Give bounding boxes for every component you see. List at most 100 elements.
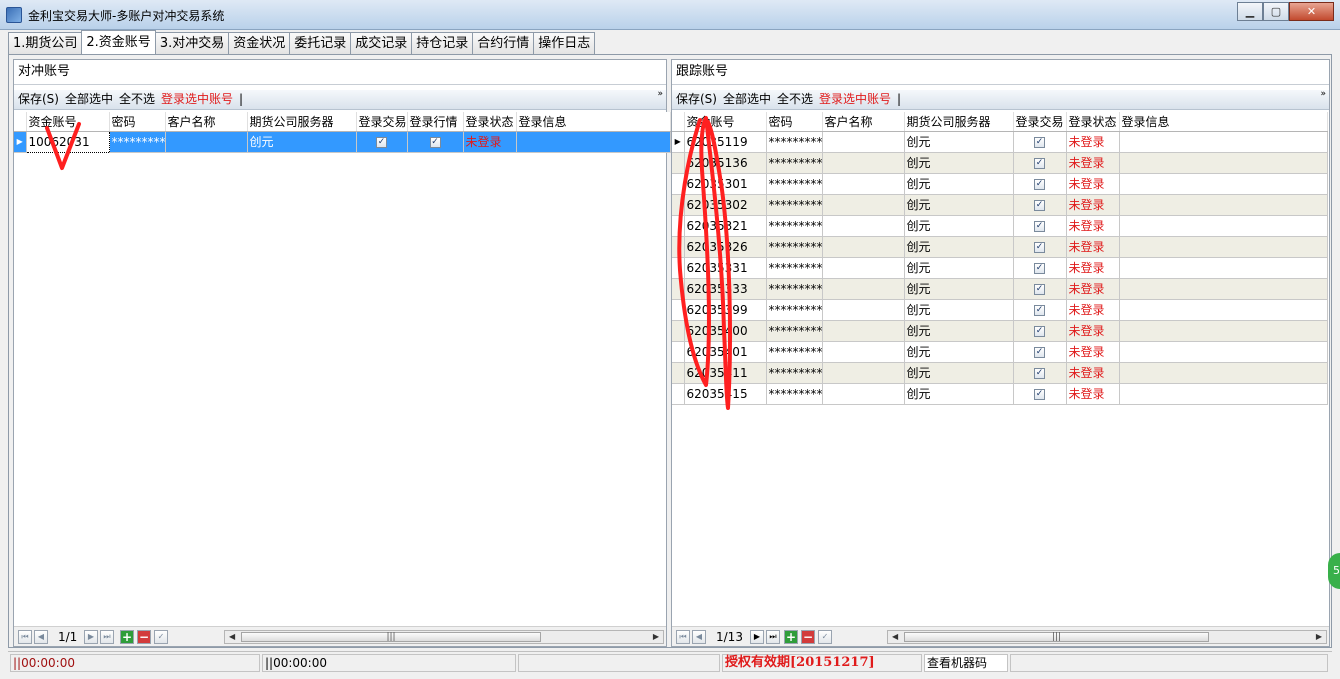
- account-cell[interactable]: 62035333: [684, 278, 767, 300]
- table-row[interactable]: 62035301********** 创元 ✓ 未登录: [672, 173, 1328, 195]
- col-customer[interactable]: 客户名称: [165, 112, 248, 132]
- checkbox[interactable]: ✓: [1034, 199, 1045, 211]
- checkbox[interactable]: ✓: [1034, 157, 1045, 169]
- customer-cell[interactable]: [822, 152, 905, 174]
- customer-cell[interactable]: [822, 257, 905, 279]
- account-cell[interactable]: 62035119: [684, 131, 767, 153]
- customer-cell[interactable]: [822, 320, 905, 342]
- first-page-icon[interactable]: ⏮: [676, 630, 690, 644]
- last-page-icon[interactable]: ⏭: [766, 630, 780, 644]
- account-cell[interactable]: 62035301: [684, 173, 767, 195]
- scroll-thumb[interactable]: |||: [241, 632, 541, 642]
- server-cell[interactable]: 创元: [904, 236, 1014, 258]
- server-cell[interactable]: 创元: [904, 152, 1014, 174]
- account-cell[interactable]: 62035136: [684, 152, 767, 174]
- server-cell[interactable]: 创元: [904, 383, 1014, 405]
- login-trade-cell[interactable]: ✓: [1013, 341, 1067, 363]
- next-page-icon[interactable]: ▶: [84, 630, 98, 644]
- customer-cell[interactable]: [165, 131, 248, 153]
- table-row[interactable]: 62035415********** 创元 ✓ 未登录: [672, 383, 1328, 405]
- password-cell[interactable]: **********: [109, 131, 166, 153]
- account-cell[interactable]: 62035302: [684, 194, 767, 216]
- login-quote-cell[interactable]: ✓: [407, 131, 464, 153]
- login-trade-cell[interactable]: ✓: [1013, 362, 1067, 384]
- checkbox[interactable]: ✓: [1034, 346, 1045, 358]
- login-trade-cell[interactable]: ✓: [1013, 152, 1067, 174]
- table-row[interactable]: 62035326********** 创元 ✓ 未登录: [672, 236, 1328, 258]
- customer-cell[interactable]: [822, 299, 905, 321]
- login-trade-cell[interactable]: ✓: [1013, 299, 1067, 321]
- view-machine-code-button[interactable]: 查看机器码: [924, 654, 1008, 672]
- scroll-left-icon[interactable]: ◀: [229, 632, 235, 641]
- col-login-info[interactable]: 登录信息: [1119, 112, 1328, 132]
- prev-page-icon[interactable]: ◀: [34, 630, 48, 644]
- table-row[interactable]: 62035333********** 创元 ✓ 未登录: [672, 278, 1328, 300]
- password-cell[interactable]: **********: [766, 299, 823, 321]
- server-cell[interactable]: 创元: [904, 194, 1014, 216]
- select-none-button[interactable]: 全不选: [777, 92, 813, 106]
- table-row[interactable]: 62035411********** 创元 ✓ 未登录: [672, 362, 1328, 384]
- checkbox[interactable]: ✓: [1034, 262, 1045, 274]
- table-row[interactable]: 62035331********** 创元 ✓ 未登录: [672, 257, 1328, 279]
- scroll-right-icon[interactable]: ▶: [653, 632, 659, 641]
- login-selected-button[interactable]: 登录选中账号: [819, 92, 891, 106]
- account-cell[interactable]: 10062031: [25, 130, 110, 153]
- tab-8[interactable]: 合约行情: [472, 32, 535, 54]
- password-cell[interactable]: **********: [766, 215, 823, 237]
- checkbox[interactable]: ✓: [376, 136, 387, 148]
- col-login-status[interactable]: 登录状态: [463, 112, 517, 132]
- password-cell[interactable]: **********: [766, 257, 823, 279]
- toolbar-overflow-icon[interactable]: »: [1320, 90, 1326, 99]
- col-password[interactable]: 密码: [766, 112, 823, 132]
- account-cell[interactable]: 62035321: [684, 215, 767, 237]
- col-password[interactable]: 密码: [109, 112, 166, 132]
- col-login-trade[interactable]: 登录交易: [356, 112, 408, 132]
- table-row[interactable]: ▶10062031********** 创元 ✓ ✓ 未登录: [14, 130, 671, 153]
- scroll-left-icon[interactable]: ◀: [892, 632, 898, 641]
- account-cell[interactable]: 62035401: [684, 341, 767, 363]
- password-cell[interactable]: **********: [766, 194, 823, 216]
- account-cell[interactable]: 62035400: [684, 320, 767, 342]
- customer-cell[interactable]: [822, 341, 905, 363]
- server-cell[interactable]: 创元: [904, 215, 1014, 237]
- col-server[interactable]: 期货公司服务器: [904, 112, 1014, 132]
- horizontal-scrollbar[interactable]: ◀ ||| ▶: [887, 630, 1327, 644]
- tab-3[interactable]: 3.对冲交易: [154, 32, 230, 54]
- login-trade-cell[interactable]: ✓: [1013, 194, 1067, 216]
- tab-9[interactable]: 操作日志: [533, 32, 596, 54]
- checkbox[interactable]: ✓: [1034, 220, 1045, 232]
- col-account[interactable]: 资金账号: [684, 112, 767, 132]
- account-cell[interactable]: 62035399: [684, 299, 767, 321]
- checkbox[interactable]: ✓: [1034, 283, 1045, 295]
- col-login-quote[interactable]: 登录行情: [407, 112, 464, 132]
- customer-cell[interactable]: [822, 236, 905, 258]
- tab-6[interactable]: 成交记录: [350, 32, 413, 54]
- add-row-icon[interactable]: +: [784, 630, 798, 644]
- scroll-thumb[interactable]: |||: [904, 632, 1209, 642]
- checkbox[interactable]: ✓: [1034, 325, 1045, 337]
- customer-cell[interactable]: [822, 194, 905, 216]
- checkbox[interactable]: ✓: [1034, 388, 1045, 400]
- server-cell[interactable]: 创元: [247, 131, 357, 153]
- tab-7[interactable]: 持仓记录: [411, 32, 474, 54]
- table-row[interactable]: 62035136********** 创元 ✓ 未登录: [672, 152, 1328, 174]
- save-button[interactable]: 保存(S): [18, 92, 59, 106]
- password-cell[interactable]: **********: [766, 152, 823, 174]
- toolbar-overflow-icon[interactable]: »: [657, 90, 663, 99]
- checkbox[interactable]: ✓: [429, 136, 441, 148]
- server-cell[interactable]: 创元: [904, 299, 1014, 321]
- server-cell[interactable]: 创元: [904, 341, 1014, 363]
- password-cell[interactable]: **********: [766, 131, 823, 153]
- login-trade-cell[interactable]: ✓: [1013, 131, 1067, 153]
- table-row[interactable]: 62035401********** 创元 ✓ 未登录: [672, 341, 1328, 363]
- col-login-trade[interactable]: 登录交易: [1013, 112, 1067, 132]
- password-cell[interactable]: **********: [766, 383, 823, 405]
- select-all-button[interactable]: 全部选中: [723, 92, 771, 106]
- password-cell[interactable]: **********: [766, 341, 823, 363]
- checkbox[interactable]: ✓: [1034, 241, 1045, 253]
- password-cell[interactable]: **********: [766, 236, 823, 258]
- confirm-icon[interactable]: ✓: [818, 630, 832, 644]
- close-button[interactable]: ✕: [1289, 2, 1334, 21]
- customer-cell[interactable]: [822, 383, 905, 405]
- login-trade-cell[interactable]: ✓: [1013, 278, 1067, 300]
